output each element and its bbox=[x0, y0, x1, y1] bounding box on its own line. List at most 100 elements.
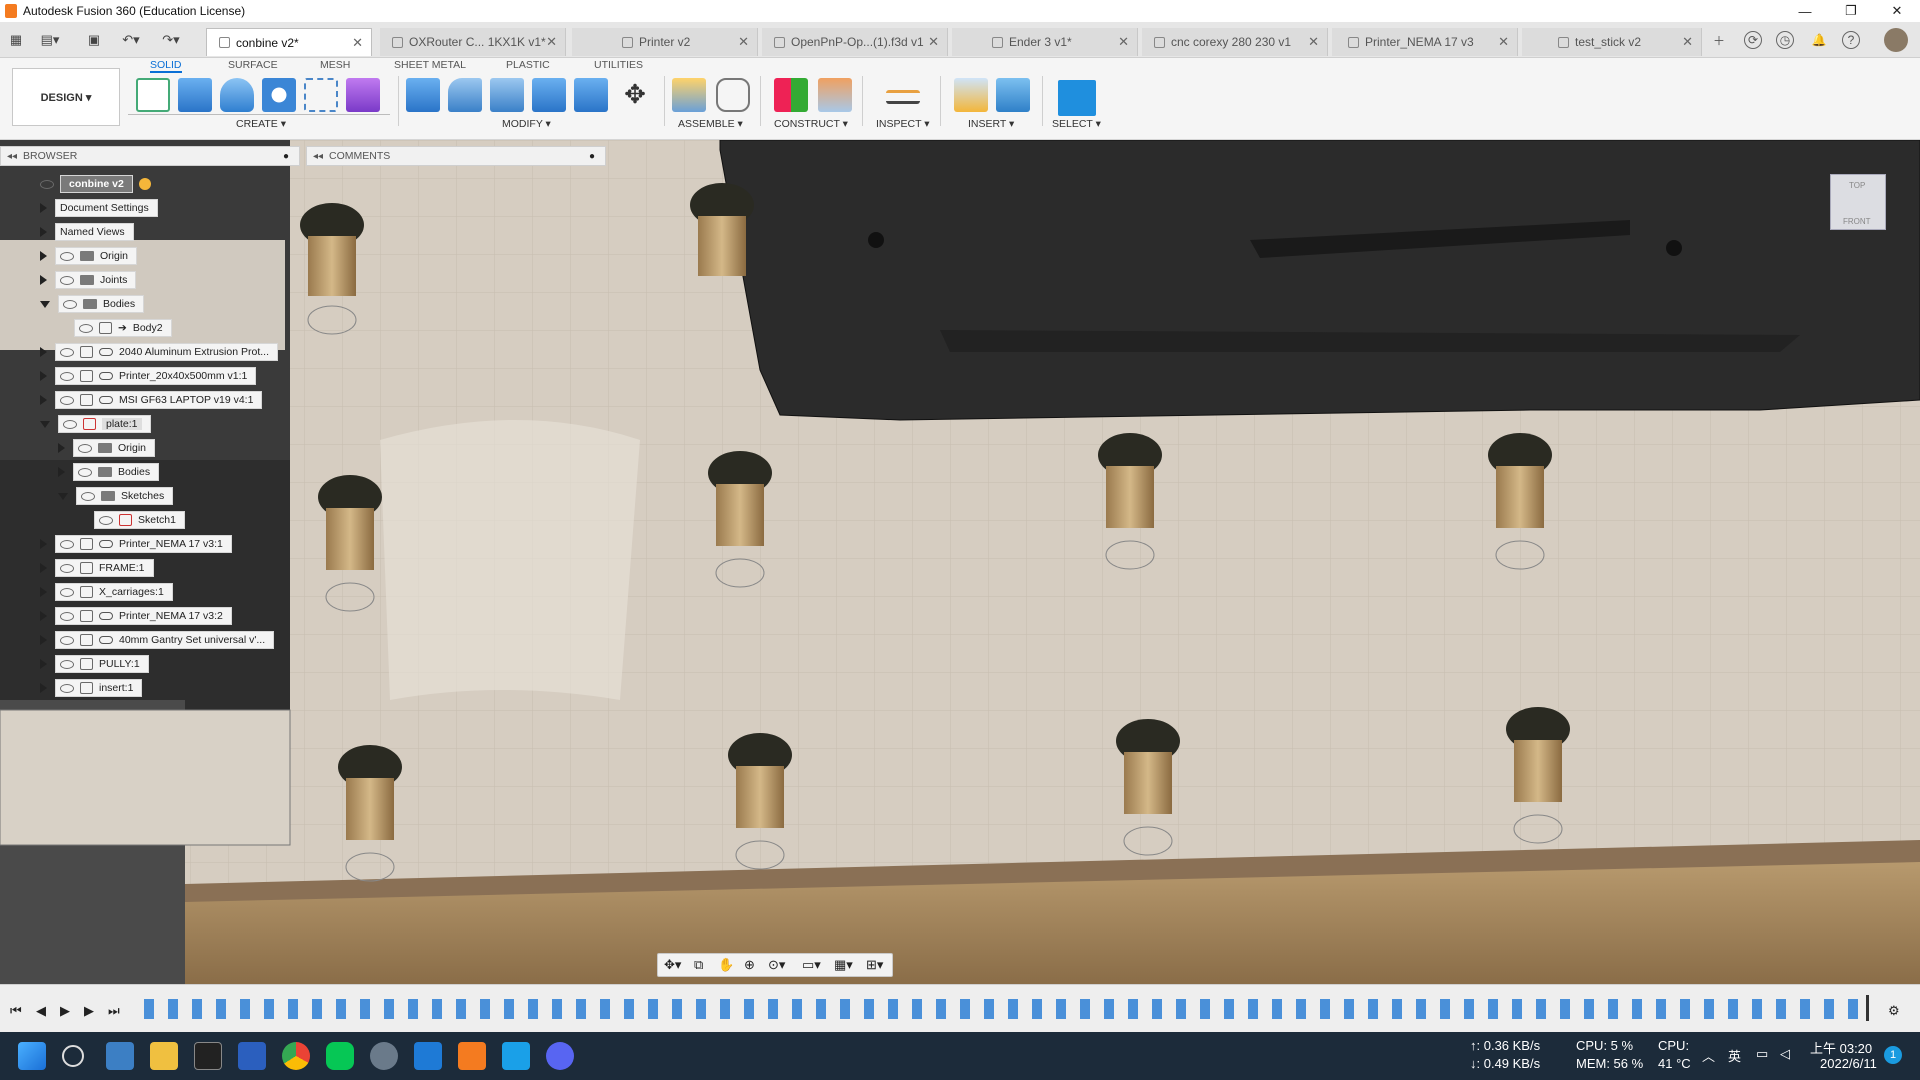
tab-plastic[interactable]: PLASTIC bbox=[506, 59, 550, 73]
look-at-icon[interactable]: ⧉ bbox=[694, 957, 703, 973]
fusion360-icon[interactable] bbox=[458, 1042, 486, 1070]
modify-menu[interactable]: MODIFY ▾ bbox=[502, 118, 551, 130]
chamfer-icon[interactable] bbox=[490, 78, 524, 112]
notifications-icon[interactable]: 🔔 bbox=[1810, 31, 1828, 49]
timeline-features[interactable] bbox=[144, 999, 1864, 1019]
visibility-eye-icon[interactable] bbox=[60, 587, 74, 597]
create-form-icon[interactable] bbox=[346, 78, 380, 112]
view-cube[interactable]: TOP FRONT bbox=[1830, 174, 1886, 230]
insert-menu[interactable]: INSERT ▾ bbox=[968, 118, 1014, 130]
tree-msi-laptop[interactable]: MSI GF63 LAPTOP v19 v4:1 bbox=[40, 390, 263, 410]
tree-printer-nema17-2[interactable]: Printer_NEMA 17 v3:2 bbox=[40, 606, 232, 626]
visibility-eye-icon[interactable] bbox=[40, 179, 54, 189]
visibility-eye-icon[interactable] bbox=[60, 539, 74, 549]
task-view-icon[interactable] bbox=[106, 1042, 134, 1070]
tree-plate-bodies[interactable]: Bodies bbox=[58, 462, 160, 482]
collapse-comments-icon[interactable]: ◂◂ bbox=[313, 151, 323, 162]
pan-icon[interactable]: ✋ bbox=[718, 957, 734, 973]
cura-icon[interactable] bbox=[502, 1042, 530, 1070]
orbit-icon[interactable]: ✥▾ bbox=[664, 957, 681, 973]
visibility-eye-icon[interactable] bbox=[60, 611, 74, 621]
tree-root[interactable]: conbine v2 bbox=[40, 174, 151, 194]
expand-arrow-icon[interactable] bbox=[58, 467, 65, 477]
minimize-button[interactable]: — bbox=[1782, 0, 1828, 22]
tree-printer-20x40[interactable]: Printer_20x40x500mm v1:1 bbox=[40, 366, 257, 386]
tab-conbine[interactable]: conbine v2* ✕ bbox=[206, 28, 372, 56]
network-icon[interactable]: ▭ bbox=[1756, 1046, 1768, 1062]
create-sketch-icon[interactable] bbox=[136, 78, 170, 112]
job-status-icon[interactable]: ◷ bbox=[1776, 31, 1794, 49]
select-menu[interactable]: SELECT ▾ bbox=[1052, 118, 1101, 130]
line-icon[interactable] bbox=[326, 1042, 354, 1070]
new-component-icon[interactable] bbox=[672, 78, 706, 112]
tab-cnc-corexy[interactable]: cnc corexy 280 230 v1 ✕ bbox=[1142, 28, 1328, 56]
close-tab-icon[interactable]: ✕ bbox=[928, 34, 939, 50]
tree-document-settings[interactable]: Document Settings bbox=[40, 198, 158, 218]
close-button[interactable]: ✕ bbox=[1874, 0, 1920, 22]
step-back-icon[interactable]: ◀ bbox=[36, 1003, 46, 1019]
volume-icon[interactable]: ◁ bbox=[1780, 1046, 1790, 1062]
tree-body2[interactable]: ➔ Body2 bbox=[74, 318, 172, 338]
select-icon[interactable] bbox=[1058, 80, 1096, 116]
vscode-icon[interactable] bbox=[414, 1042, 442, 1070]
visibility-eye-icon[interactable] bbox=[99, 515, 113, 525]
new-tab-icon[interactable]: ＋ bbox=[1710, 31, 1728, 49]
expand-arrow-icon[interactable] bbox=[40, 203, 47, 213]
tab-utilities[interactable]: UTILITIES bbox=[594, 59, 643, 73]
revolve-icon[interactable] bbox=[220, 78, 254, 112]
visibility-eye-icon[interactable] bbox=[60, 251, 74, 261]
expand-arrow-icon[interactable] bbox=[40, 227, 47, 237]
avatar[interactable] bbox=[1884, 28, 1908, 52]
clock-date[interactable]: 2022/6/11 bbox=[1820, 1056, 1877, 1071]
insert-derive-icon[interactable] bbox=[954, 78, 988, 112]
tab-oxrouter[interactable]: OXRouter C... 1KX1K v1* ✕ bbox=[380, 28, 566, 56]
visibility-eye-icon[interactable] bbox=[60, 563, 74, 573]
radio-active-icon[interactable] bbox=[138, 178, 151, 190]
restore-button[interactable]: ❐ bbox=[1828, 0, 1874, 22]
file-explorer-icon[interactable] bbox=[150, 1042, 178, 1070]
tab-ender3[interactable]: Ender 3 v1* ✕ bbox=[952, 28, 1138, 56]
play-icon[interactable]: ▶ bbox=[60, 1003, 70, 1019]
fillet-icon[interactable] bbox=[448, 78, 482, 112]
tree-insert[interactable]: insert:1 bbox=[40, 678, 143, 698]
design-workspace-button[interactable]: DESIGN ▾ bbox=[12, 68, 120, 126]
combine-icon[interactable] bbox=[574, 78, 608, 112]
windows-start-icon[interactable] bbox=[18, 1042, 46, 1070]
hole-icon[interactable] bbox=[262, 78, 296, 112]
expand-arrow-icon[interactable] bbox=[40, 587, 47, 597]
press-pull-icon[interactable] bbox=[406, 78, 440, 112]
zoom-window-icon[interactable]: ⊙▾ bbox=[768, 957, 785, 973]
tab-surface[interactable]: SURFACE bbox=[228, 59, 278, 73]
expand-arrow-icon[interactable] bbox=[40, 371, 47, 381]
visibility-eye-icon[interactable] bbox=[63, 419, 77, 429]
collapse-arrow-icon[interactable] bbox=[58, 492, 68, 500]
collapse-arrow-icon[interactable] bbox=[40, 300, 50, 308]
help-icon[interactable]: ? bbox=[1842, 31, 1860, 49]
insert-canvas-icon[interactable] bbox=[996, 78, 1030, 112]
close-tab-icon[interactable]: ✕ bbox=[1498, 34, 1509, 50]
tree-origin[interactable]: Origin bbox=[40, 246, 138, 266]
tree-joints[interactable]: Joints bbox=[40, 270, 137, 290]
visibility-eye-icon[interactable] bbox=[60, 347, 74, 357]
offset-plane-icon[interactable] bbox=[774, 78, 808, 112]
plane-at-angle-icon[interactable] bbox=[818, 78, 852, 112]
app-grid-icon[interactable]: ▦ bbox=[6, 30, 26, 50]
tree-2040-extrusion[interactable]: 2040 Aluminum Extrusion Prot... bbox=[40, 342, 278, 362]
save-icon[interactable]: ▣ bbox=[84, 30, 104, 50]
display-settings-icon[interactable]: ▭▾ bbox=[802, 957, 821, 973]
collapse-arrow-icon[interactable] bbox=[40, 420, 50, 428]
visibility-eye-icon[interactable] bbox=[60, 395, 74, 405]
tray-chevron-icon[interactable]: ︿ bbox=[1702, 1046, 1715, 1065]
tree-plate[interactable]: plate:1 bbox=[40, 414, 151, 434]
expand-arrow-icon[interactable] bbox=[40, 635, 47, 645]
settings-icon[interactable] bbox=[370, 1042, 398, 1070]
tab-test-stick[interactable]: test_stick v2 ✕ bbox=[1522, 28, 1702, 56]
visibility-eye-icon[interactable] bbox=[60, 683, 74, 693]
visibility-eye-icon[interactable] bbox=[60, 635, 74, 645]
clock-time[interactable]: 上午 03:20 bbox=[1810, 1038, 1872, 1057]
visibility-eye-icon[interactable] bbox=[63, 299, 77, 309]
visibility-eye-icon[interactable] bbox=[60, 275, 74, 285]
close-tab-icon[interactable]: ✕ bbox=[546, 34, 557, 50]
expand-arrow-icon[interactable] bbox=[58, 443, 65, 453]
move-copy-icon[interactable]: ✥ bbox=[618, 78, 652, 112]
